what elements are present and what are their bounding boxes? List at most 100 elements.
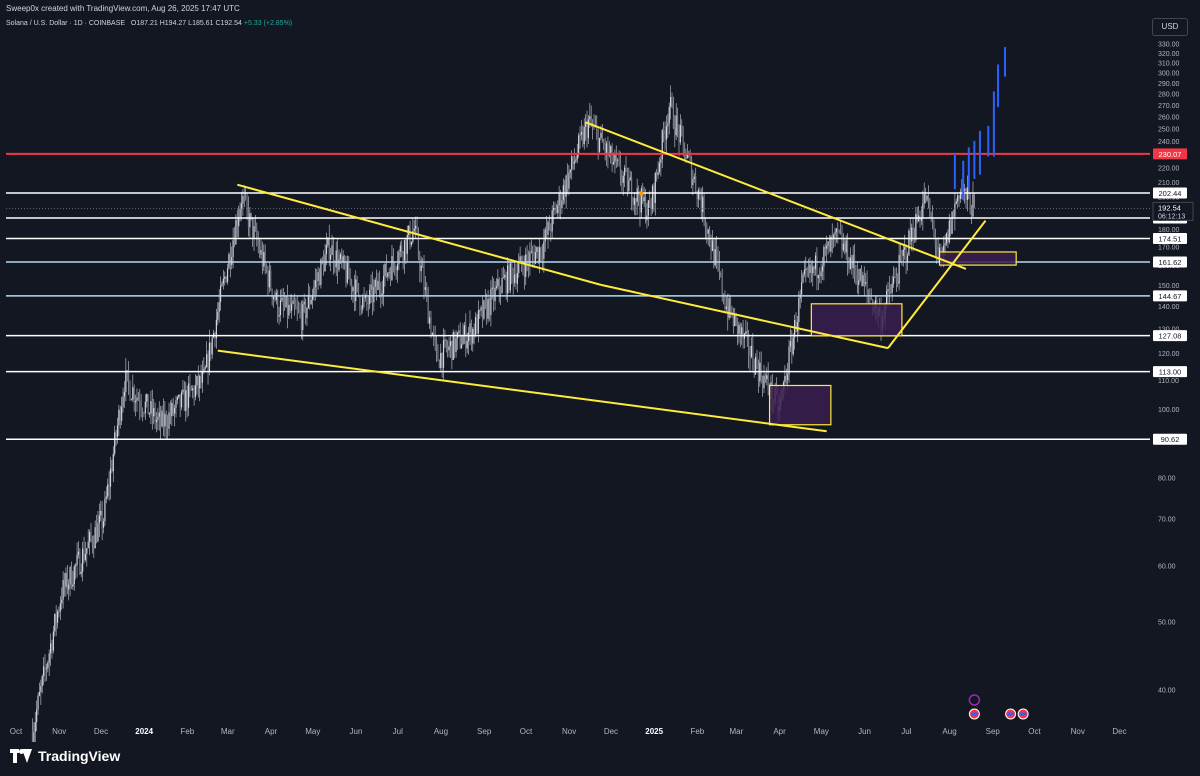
candle-body: [77, 551, 80, 555]
candle-body: [399, 245, 401, 252]
candle-body: [207, 354, 209, 372]
candle-body: [597, 130, 599, 152]
candle-body: [950, 220, 952, 234]
x-tick-label: Jun: [350, 727, 363, 736]
open-value: 187.21: [136, 20, 158, 27]
candle-body: [427, 294, 429, 324]
candle-body: [746, 331, 748, 335]
candle-body: [263, 252, 265, 267]
candle-body: [473, 328, 475, 336]
y-tick-label: 260.00: [1158, 114, 1180, 121]
candle-body: [291, 303, 293, 311]
candle-body: [172, 403, 174, 414]
candle-body: [923, 194, 925, 204]
candle-body: [388, 272, 390, 274]
candle-body: [741, 327, 743, 335]
candle-body: [240, 203, 243, 209]
candles: [31, 85, 975, 753]
candle-body: [61, 599, 63, 604]
candle-body: [52, 631, 54, 651]
candle-body: [396, 264, 399, 271]
candle-body: [303, 301, 305, 305]
event-flag-icon: [1007, 712, 1014, 716]
candle-body: [324, 254, 326, 272]
currency-selector[interactable]: USD: [1152, 18, 1188, 36]
candle-body: [93, 545, 95, 549]
candle-body: [171, 403, 173, 417]
candle-body: [703, 196, 705, 224]
candle-body: [575, 159, 577, 162]
candle-body: [296, 308, 298, 310]
candle-body: [894, 276, 896, 278]
candle-body: [449, 341, 452, 346]
candle-body: [316, 280, 318, 282]
candle-body: [913, 240, 916, 241]
candle-body: [629, 177, 631, 181]
price-chart[interactable]: Oct Nov Dec 2024 Feb Mar Apr May Jun Jul Aug Sep Oct…: [0, 0, 1200, 776]
candle-body: [105, 496, 107, 499]
candle-body: [341, 254, 343, 262]
candle-body: [789, 341, 792, 347]
candle-body: [168, 412, 170, 429]
candle-body: [204, 367, 206, 369]
event-flag-icon: [968, 694, 981, 706]
candle-body: [169, 412, 172, 417]
candle-body: [695, 176, 697, 192]
candle-body: [410, 241, 413, 245]
candle-body: [714, 249, 716, 266]
candle-body: [543, 241, 545, 259]
close-value: 192.54: [220, 20, 242, 27]
candle-body: [179, 394, 181, 408]
candle-body: [44, 666, 46, 670]
y-tick-label: 120.00: [1158, 351, 1180, 358]
candle-body: [590, 116, 592, 125]
candle-body: [258, 246, 261, 255]
candle-body: [505, 274, 507, 294]
candle-body: [679, 125, 681, 143]
candle-body: [182, 389, 184, 393]
candle-body: [440, 352, 442, 368]
candle-body: [495, 286, 498, 288]
candle-body: [795, 319, 797, 332]
demand-zone: [768, 384, 832, 426]
candle-body: [487, 298, 489, 319]
candle-body: [970, 213, 973, 217]
candle-body: [682, 129, 684, 143]
candle-body: [68, 584, 70, 590]
candle-body: [147, 394, 149, 415]
candle-body: [161, 410, 163, 427]
candle-body: [739, 324, 741, 335]
candle-body: [423, 267, 425, 290]
candle-body: [816, 255, 818, 278]
candle-body: [444, 339, 446, 341]
candle-body: [972, 194, 974, 217]
candle-body: [654, 173, 656, 203]
current-price-label: 192.54: [1158, 203, 1181, 212]
price-level-label: 202.44: [1159, 189, 1182, 198]
candle-body: [632, 201, 634, 205]
candle-body: [848, 266, 850, 269]
candle-body: [417, 233, 420, 257]
candle-body: [491, 287, 493, 290]
candle-body: [49, 643, 52, 654]
candle-body: [794, 319, 796, 338]
candle-body: [89, 532, 91, 542]
candle-body: [136, 397, 138, 401]
candle-body: [334, 264, 336, 268]
candle-body: [337, 250, 339, 270]
candle-body: [154, 407, 156, 423]
candle-body: [809, 264, 811, 273]
candle-body: [385, 263, 387, 277]
tradingview-brand[interactable]: TradingView: [10, 748, 120, 764]
candle-body: [286, 296, 289, 316]
candle-body: [157, 416, 159, 420]
candle-body: [697, 189, 700, 200]
candle-body: [671, 96, 673, 103]
candle-body: [508, 265, 510, 291]
candle-body: [128, 370, 130, 383]
y-tick-label: 240.00: [1158, 139, 1180, 146]
candle-body: [380, 289, 382, 295]
candle-body: [711, 240, 714, 251]
candle-body: [767, 375, 769, 391]
candle-body: [261, 250, 263, 267]
